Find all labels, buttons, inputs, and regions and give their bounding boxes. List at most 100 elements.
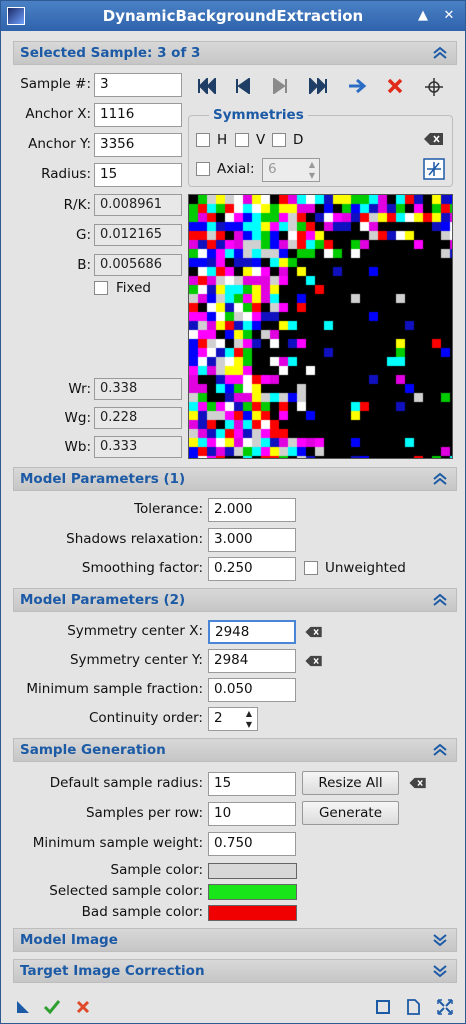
section-title: Model Image [20, 932, 118, 948]
symmetry-center-x-label: Symmetry center X: [67, 623, 203, 639]
anchor-x-input[interactable]: 1116 [94, 103, 182, 127]
last-sample-icon[interactable] [308, 78, 328, 94]
radius-label: Radius: [41, 166, 91, 182]
anchor-y-label: Anchor Y: [28, 136, 91, 152]
delete-sample-icon[interactable] [387, 78, 403, 94]
unweighted-checkbox[interactable] [304, 561, 318, 575]
shadows-relaxation-label: Shadows relaxation: [66, 531, 203, 547]
rk-value: 0.008961 [94, 194, 182, 216]
sample-preview-image [188, 194, 453, 459]
first-sample-icon[interactable] [197, 78, 217, 94]
close-icon[interactable]: ✕ [439, 6, 459, 26]
section-model-parameters-1[interactable]: Model Parameters (1) [13, 467, 457, 491]
min-sample-fraction-input[interactable]: 0.050 [208, 678, 296, 702]
section-model-parameters-2[interactable]: Model Parameters (2) [13, 588, 457, 612]
symmetry-v-label: V [256, 132, 266, 148]
anchor-y-input[interactable]: 3356 [94, 133, 182, 157]
wb-value: 0.333 [94, 436, 182, 458]
section-title: Sample Generation [20, 742, 166, 758]
expand-icon[interactable] [432, 963, 448, 979]
section-model-image[interactable]: Model Image [13, 928, 457, 952]
collapse-icon[interactable] [432, 45, 448, 61]
collapse-icon[interactable] [432, 742, 448, 758]
g-label: G: [75, 227, 91, 243]
b-label: B: [77, 257, 91, 273]
axial-spin-arrows-icon[interactable]: ▲ ▼ [305, 159, 319, 181]
fixed-label: Fixed [116, 280, 151, 296]
section-title: Model Parameters (1) [20, 471, 186, 487]
section-title: Model Parameters (2) [20, 592, 186, 608]
fixed-checkbox[interactable] [94, 281, 108, 295]
next-sample-icon[interactable] [272, 78, 288, 94]
section-title: Target Image Correction [20, 963, 205, 979]
bad-sample-color-label: Bad sample color: [81, 904, 203, 920]
wg-value: 0.228 [94, 407, 182, 429]
generate-button[interactable]: Generate [302, 801, 399, 825]
previous-sample-icon[interactable] [235, 78, 251, 94]
section-selected-sample[interactable]: Selected Sample: 3 of 3 [13, 41, 457, 65]
min-sample-weight-label: Minimum sample weight: [32, 835, 203, 851]
wr-value: 0.338 [94, 378, 182, 400]
section-target-image-correction[interactable]: Target Image Correction [13, 959, 457, 983]
radius-input[interactable]: 15 [94, 163, 182, 187]
symmetry-h-checkbox[interactable] [196, 133, 210, 147]
wb-label: Wb: [64, 439, 91, 455]
symmetry-center-y-input[interactable]: 2984 [208, 649, 296, 673]
selected-sample-color-swatch[interactable] [208, 884, 297, 900]
resize-all-button[interactable]: Resize All [302, 771, 399, 795]
expand-icon[interactable] [432, 932, 448, 948]
crosshair-icon[interactable] [425, 78, 443, 96]
collapse-icon[interactable] [432, 471, 448, 487]
shadows-relaxation-input[interactable]: 3.000 [208, 528, 296, 552]
g-value: 0.012165 [94, 224, 182, 246]
wr-label: Wr: [68, 381, 91, 397]
symmetry-h-label: H [217, 132, 228, 148]
window-title: DynamicBackgroundExtraction [102, 7, 364, 25]
sample-color-swatch[interactable] [208, 863, 297, 879]
browse-documentation-icon[interactable] [375, 999, 391, 1015]
reset-icon[interactable] [405, 999, 421, 1015]
collapse-icon[interactable] [432, 592, 448, 608]
anchor-x-label: Anchor X: [25, 106, 91, 122]
default-sample-radius-label: Default sample radius: [49, 775, 203, 791]
b-value: 0.005686 [94, 254, 182, 276]
apply-global-icon[interactable] [43, 999, 61, 1015]
tolerance-label: Tolerance: [134, 501, 203, 517]
symmetry-v-checkbox[interactable] [235, 133, 249, 147]
section-sample-generation[interactable]: Sample Generation [13, 738, 457, 762]
default-sample-radius-input[interactable]: 15 [208, 772, 296, 796]
shade-icon[interactable]: ▲ [413, 6, 433, 26]
expand-all-icon[interactable] [437, 999, 453, 1015]
bad-sample-color-swatch[interactable] [208, 905, 297, 921]
new-instance-icon[interactable] [15, 999, 31, 1015]
smoothing-factor-label: Smoothing factor: [81, 560, 203, 576]
unweighted-label: Unweighted [325, 560, 406, 576]
min-sample-weight-input[interactable]: 0.750 [208, 832, 296, 856]
clear-radius-icon[interactable] [409, 777, 427, 789]
symmetry-mode-icon[interactable] [423, 158, 445, 180]
samples-per-row-input[interactable]: 10 [208, 802, 296, 826]
continuity-spin-arrows-icon[interactable]: ▲ ▼ [242, 708, 256, 730]
symmetry-d-label: D [293, 132, 304, 148]
sample-number-input[interactable]: 3 [94, 73, 182, 97]
section-title: Selected Sample: 3 of 3 [20, 45, 201, 61]
go-to-sample-icon[interactable] [347, 78, 367, 94]
axial-checkbox[interactable] [196, 162, 210, 176]
samples-per-row-label: Samples per row: [85, 805, 203, 821]
dbe-window: DynamicBackgroundExtraction ▲ ✕ Selected… [0, 0, 466, 1024]
tolerance-input[interactable]: 2.000 [208, 498, 296, 522]
min-sample-fraction-label: Minimum sample fraction: [26, 681, 203, 697]
cancel-icon[interactable] [76, 1000, 90, 1014]
smoothing-factor-input[interactable]: 0.250 [208, 557, 296, 581]
clear-symmetry-y-icon[interactable] [305, 655, 323, 667]
title-bar: DynamicBackgroundExtraction ▲ ✕ [1, 1, 465, 31]
wg-label: Wg: [64, 410, 91, 426]
rk-label: R/K: [63, 197, 91, 213]
symmetry-d-checkbox[interactable] [272, 133, 286, 147]
selected-sample-color-label: Selected sample color: [49, 883, 203, 899]
clear-symmetry-x-icon[interactable] [305, 626, 323, 638]
sample-color-label: Sample color: [110, 862, 203, 878]
symmetry-center-x-input[interactable]: 2948 [208, 620, 296, 644]
continuity-order-label: Continuity order: [88, 710, 203, 726]
clear-symmetries-icon[interactable] [424, 132, 444, 146]
